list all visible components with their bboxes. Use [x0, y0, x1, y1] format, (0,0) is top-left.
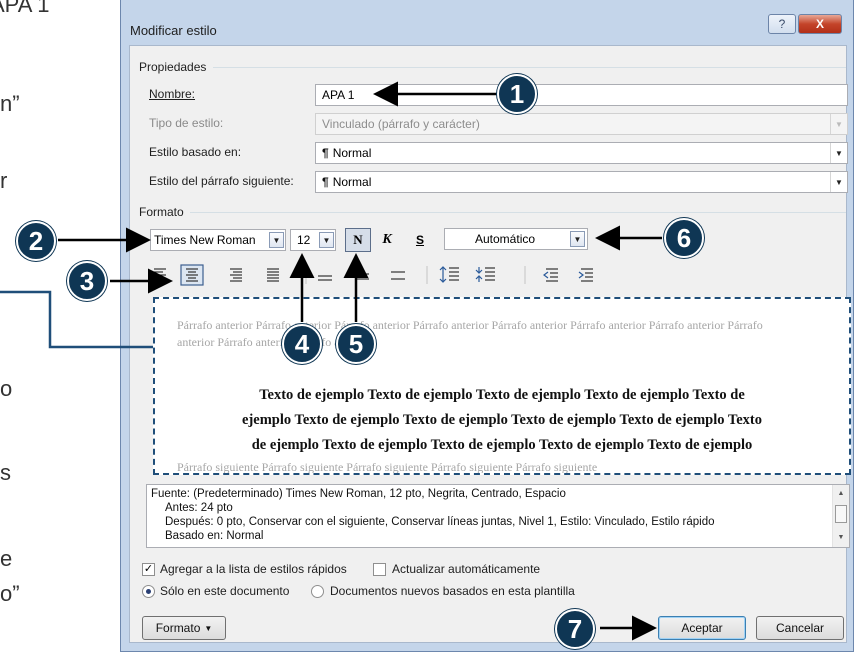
chevron-down-icon[interactable]: ▼: [269, 232, 284, 248]
auto-update-label: Actualizar automáticamente: [392, 562, 541, 576]
chevron-down-icon[interactable]: ▼: [570, 231, 585, 247]
callout-badge-5: 5: [336, 324, 376, 364]
chevron-down-icon[interactable]: ▼: [319, 232, 334, 248]
callout-badge-1: 1: [497, 74, 537, 114]
preview-sample-line-1: Texto de ejemplo Texto de ejemplo Texto …: [259, 387, 745, 403]
help-icon: ?: [778, 17, 786, 31]
chevron-down-icon[interactable]: ▼: [830, 143, 847, 163]
chevron-down-icon: ▼: [204, 623, 213, 633]
ok-label: Aceptar: [681, 621, 723, 635]
format-menu-button[interactable]: Formato ▼: [142, 616, 226, 640]
preview-previous-paragraph: Párrafo anterior Párrafo anterior Párraf…: [177, 318, 763, 349]
font-size-select[interactable]: 12 ▼: [290, 229, 336, 251]
style-type-label: Tipo de estilo:: [149, 116, 224, 130]
font-value: Times New Roman: [154, 233, 256, 247]
cancel-label: Cancelar: [775, 621, 825, 635]
close-button[interactable]: X: [798, 14, 842, 34]
style-description[interactable]: Fuente: (Predeterminado) Times New Roman…: [146, 484, 850, 548]
help-button[interactable]: ?: [768, 14, 796, 34]
align-left-icon[interactable]: [154, 268, 166, 282]
title-bar[interactable]: Modificar estilo ? X: [121, 0, 853, 44]
italic-icon: K: [382, 232, 392, 247]
description-line: Antes: 24 pto: [165, 502, 233, 514]
font-select[interactable]: Times New Roman ▼: [150, 229, 286, 251]
increase-indent-icon[interactable]: [578, 268, 593, 282]
background-text-1: APA 1: [0, 0, 50, 17]
double-spacing-icon[interactable]: [391, 271, 405, 280]
description-line: Después: 0 pto, Conservar con el siguien…: [165, 516, 715, 528]
paragraph-icon: ¶: [322, 146, 329, 160]
font-size-value: 12: [297, 233, 311, 247]
new-documents-label: Documentos nuevos basados en esta planti…: [330, 584, 575, 598]
paragraph-toolbar-icons: [154, 264, 593, 286]
description-line: Fuente: (Predeterminado) Times New Roman…: [151, 488, 566, 500]
preview-sample-line-3: de ejemplo Texto de ejemplo Texto de eje…: [251, 437, 753, 453]
only-this-document-radio[interactable]: [142, 585, 155, 598]
callout-badge-6: 6: [664, 218, 704, 258]
name-input[interactable]: APA 1: [315, 84, 848, 106]
callout-badge-4: 4: [282, 324, 322, 364]
properties-group-label: Propiedades: [139, 60, 207, 74]
dialog-title: Modificar estilo: [130, 23, 217, 38]
background-text-3: r: [0, 168, 8, 193]
bold-icon: N: [353, 232, 363, 247]
scroll-thumb[interactable]: [835, 505, 847, 523]
space-after-icon[interactable]: [475, 267, 495, 282]
style-type-value: Vinculado (párrafo y carácter): [322, 117, 480, 131]
style-type-select: Vinculado (párrafo y carácter) ▼: [315, 113, 848, 135]
format-divider: [190, 212, 846, 213]
background-text-5: s: [0, 460, 11, 485]
single-spacing-icon[interactable]: [318, 275, 332, 281]
based-on-value: Normal: [332, 146, 372, 160]
next-style-value: Normal: [332, 175, 372, 189]
font-color-select[interactable]: Automático ▼: [444, 228, 588, 250]
checkmark-icon: ✓: [143, 563, 154, 575]
auto-update-checkbox[interactable]: [373, 563, 386, 576]
next-style-select[interactable]: ¶ Normal ▼: [315, 171, 848, 193]
style-preview: Párrafo anterior Párrafo anterior Párraf…: [153, 297, 851, 475]
cancel-button[interactable]: Cancelar: [756, 616, 844, 640]
one-half-spacing-icon[interactable]: [355, 273, 369, 280]
description-scrollbar[interactable]: ▲ ▼: [832, 485, 849, 547]
underline-icon: S: [415, 233, 424, 247]
callout-badge-3: 3: [67, 261, 107, 301]
name-label: Nombre:: [149, 87, 196, 101]
format-menu-label: Formato: [155, 621, 201, 635]
italic-button[interactable]: K: [376, 229, 398, 251]
background-text-4: o: [0, 376, 13, 401]
based-on-label: Estilo basado en:: [149, 145, 242, 159]
add-to-quick-styles-checkbox[interactable]: ✓: [142, 563, 155, 576]
chevron-down-icon: ▼: [830, 114, 847, 134]
next-style-label: Estilo del párrafo siguiente:: [149, 174, 294, 188]
callout-badge-7: 7: [555, 609, 595, 649]
add-to-quick-styles-label: Agregar a la lista de estilos rápidos: [160, 562, 347, 576]
justify-icon[interactable]: [267, 268, 279, 282]
align-right-icon[interactable]: [230, 268, 242, 282]
callout-badge-2: 2: [16, 221, 56, 261]
scroll-down-icon[interactable]: ▼: [833, 531, 849, 545]
decrease-indent-icon[interactable]: [543, 268, 558, 282]
scroll-up-icon[interactable]: ▲: [833, 487, 849, 501]
properties-divider: [213, 67, 846, 68]
paragraph-icon: ¶: [322, 175, 329, 189]
bold-button[interactable]: N: [345, 228, 371, 252]
space-before-icon[interactable]: [439, 266, 459, 283]
preview-next-paragraph: Párrafo siguiente Párrafo siguiente Párr…: [177, 460, 598, 474]
name-value: APA 1: [322, 88, 355, 102]
new-documents-radio[interactable]: [311, 585, 324, 598]
format-group-label: Formato: [139, 205, 184, 219]
description-line: Basado en: Normal: [165, 530, 264, 542]
paragraph-toolbar: [150, 262, 610, 288]
only-this-document-label: Sólo en este documento: [160, 584, 290, 598]
background-text-2: n”: [0, 91, 20, 116]
underline-button[interactable]: S: [409, 229, 431, 251]
ok-button[interactable]: Aceptar: [658, 616, 746, 640]
font-color-value: Automático: [475, 232, 536, 246]
preview-sample-line-2: ejemplo Texto de ejemplo Texto de ejempl…: [242, 412, 762, 428]
background-text-6: e: [0, 546, 13, 571]
chevron-down-icon[interactable]: ▼: [830, 172, 847, 192]
background-text-7: o”: [0, 581, 20, 606]
close-icon: X: [815, 17, 824, 31]
based-on-select[interactable]: ¶ Normal ▼: [315, 142, 848, 164]
